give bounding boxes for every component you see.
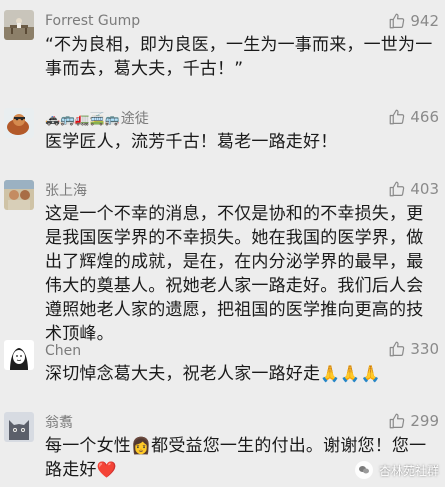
comment-username[interactable]: 🚓🚌🚛🚎🚌途徒 — [45, 110, 149, 128]
like-button[interactable]: 330 — [388, 338, 439, 360]
thumbs-up-icon — [390, 181, 405, 197]
comment-text-part1: 每一个女性 — [45, 436, 131, 456]
heart-emoji: ❤️ — [96, 460, 117, 479]
watermark-label: 杏林苑社群 — [378, 463, 439, 478]
vehicle-emoji-prefix: 🚓🚌🚛🚎🚌 — [45, 112, 120, 126]
avatar[interactable] — [4, 108, 34, 138]
comment-username[interactable]: 张上海 — [45, 182, 87, 200]
like-button[interactable]: 466 — [388, 106, 439, 128]
comment-text: “不为良相，即为良医，一生为一事而来，一世为一事而去，葛大夫，千古！” — [45, 35, 433, 79]
comment-username[interactable]: 翁翥 — [45, 414, 73, 432]
thumbs-up-icon — [390, 13, 405, 29]
like-button[interactable]: 403 — [388, 178, 439, 200]
username-text: 途徒 — [120, 111, 149, 127]
like-count: 330 — [410, 340, 439, 358]
comment-username[interactable]: Chen — [45, 342, 81, 360]
avatar[interactable] — [4, 340, 34, 370]
thumbs-up-icon — [390, 341, 405, 357]
watermark: 杏林苑社群 — [354, 461, 439, 479]
woman-emoji: 👩 — [131, 436, 152, 455]
like-button[interactable]: 299 — [388, 410, 439, 432]
pray-emoji: 🙏🙏🙏 — [320, 364, 381, 383]
wechat-icon — [354, 461, 373, 479]
like-count: 403 — [410, 180, 439, 198]
thumbs-up-icon — [390, 413, 405, 429]
comment-text: 深切悼念葛大夫，祝老人家一路好走🙏🙏🙏 — [45, 362, 435, 386]
thumbs-up-icon — [390, 109, 405, 125]
comment-text: 这是一个不幸的消息，不仅是协和的不幸损失，更是我国医学界的不幸损失。她在我国的医… — [45, 204, 424, 344]
comment-text-main: 深切悼念葛大夫，祝老人家一路好走 — [45, 364, 321, 384]
avatar[interactable] — [4, 180, 34, 210]
avatar[interactable] — [4, 412, 34, 442]
like-button[interactable]: 942 — [388, 10, 439, 32]
avatar[interactable] — [4, 10, 34, 40]
like-count: 466 — [410, 108, 439, 126]
like-count: 299 — [410, 412, 439, 430]
like-count: 942 — [410, 12, 439, 30]
comment-text: 医学匠人，流芳千古！葛老一路走好！ — [45, 132, 338, 152]
comment-username[interactable]: Forrest Gump — [45, 12, 140, 30]
